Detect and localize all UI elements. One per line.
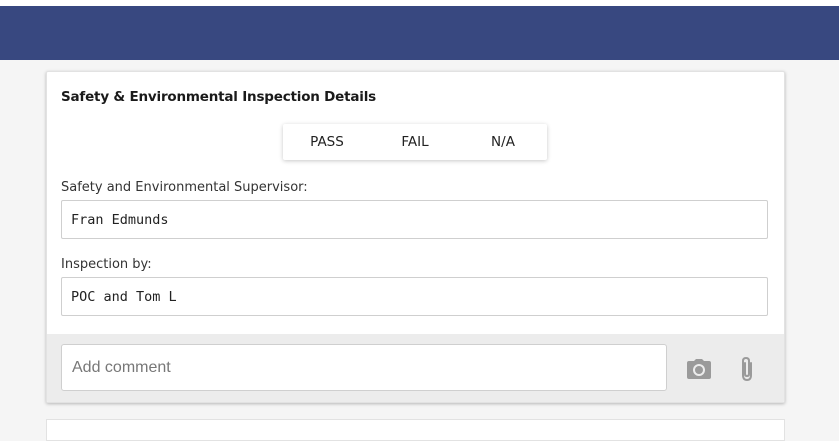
section-title: Safety & Environmental Inspection Detail…	[61, 89, 376, 105]
inspection-by-field[interactable]: POC and Tom L	[61, 277, 768, 316]
pass-button[interactable]: PASS	[283, 124, 371, 160]
app-header	[0, 6, 839, 60]
supervisor-label: Safety and Environmental Supervisor:	[61, 180, 308, 195]
next-card-edge	[46, 419, 785, 441]
na-button[interactable]: N/A	[459, 124, 547, 160]
comment-bar	[47, 334, 784, 402]
camera-icon[interactable]	[685, 356, 713, 382]
inspection-by-label: Inspection by:	[61, 257, 152, 272]
comment-input[interactable]	[61, 344, 667, 391]
inspection-details-card: Safety & Environmental Inspection Detail…	[46, 71, 785, 403]
status-toggle-group: PASS FAIL N/A	[283, 124, 547, 160]
fail-button[interactable]: FAIL	[371, 124, 459, 160]
supervisor-field[interactable]: Fran Edmunds	[61, 200, 768, 239]
paperclip-icon[interactable]	[733, 356, 761, 382]
